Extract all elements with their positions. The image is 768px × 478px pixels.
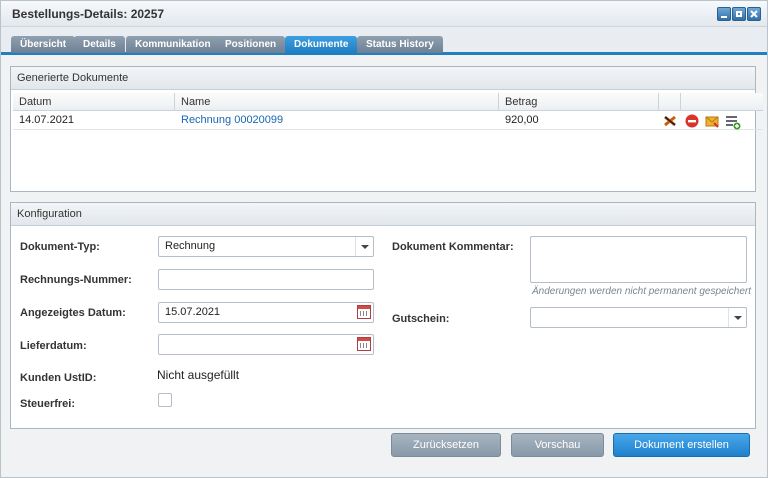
kunden-ustid-value: Nicht ausgefüllt — [157, 368, 240, 382]
dokument-kommentar-label: Dokument Kommentar: — [392, 241, 514, 253]
send-mail-icon[interactable] — [705, 114, 719, 128]
gutschein-label: Gutschein: — [392, 313, 450, 325]
preview-button[interactable]: Vorschau — [511, 433, 604, 457]
tab-status-history[interactable]: Status History — [357, 36, 443, 53]
maximize-icon[interactable] — [732, 7, 746, 21]
column-datum[interactable]: Datum — [13, 93, 175, 111]
row-betrag: 920,00 — [505, 114, 539, 126]
dokument-typ-value: Rechnung — [165, 240, 216, 252]
add-list-icon[interactable] — [725, 114, 741, 130]
create-document-button[interactable]: Dokument erstellen — [613, 433, 750, 457]
tab-dokumente[interactable]: Dokumente — [285, 36, 358, 53]
tab-uebersicht[interactable]: Übersicht — [11, 36, 76, 53]
column-action-1 — [659, 93, 681, 111]
tab-details[interactable]: Details — [74, 36, 125, 53]
chevron-down-icon[interactable] — [728, 308, 746, 327]
angezeigtes-datum-input[interactable]: 15.07.2021 — [158, 302, 374, 323]
chevron-down-icon[interactable] — [355, 237, 373, 256]
column-name[interactable]: Name — [175, 93, 499, 111]
calendar-icon[interactable] — [357, 337, 371, 351]
table-row[interactable]: 14.07.2021 Rechnung 00020099 920,00 — [13, 111, 763, 130]
gutschein-select[interactable] — [530, 307, 747, 328]
row-datum: 14.07.2021 — [19, 114, 75, 126]
tab-bar: Übersicht Details Kommunikation Position… — [1, 27, 767, 55]
tab-positionen[interactable]: Positionen — [216, 36, 286, 53]
configuration-header: Konfiguration — [11, 203, 755, 226]
documents-grid-header: Datum Name Betrag — [13, 93, 763, 111]
lieferdatum-label: Lieferdatum: — [20, 340, 87, 352]
configuration-panel: Konfiguration Dokument-Typ: Rechnung Rec… — [10, 202, 756, 429]
close-icon[interactable] — [747, 7, 761, 21]
title-bar[interactable]: Bestellungs-Details: 20257 — [1, 1, 767, 27]
delete-x-icon[interactable] — [663, 114, 677, 128]
kunden-ustid-label: Kunden UstID: — [20, 372, 97, 384]
generated-documents-panel: Generierte Dokumente Datum Name Betrag 1… — [10, 66, 763, 192]
steuerfrei-checkbox[interactable] — [158, 393, 172, 407]
angezeigtes-datum-label: Angezeigtes Datum: — [20, 307, 126, 319]
minimize-icon[interactable] — [717, 7, 731, 21]
rechnungs-nummer-input[interactable] — [158, 269, 374, 290]
lieferdatum-input[interactable] — [158, 334, 374, 355]
tab-kommunikation[interactable]: Kommunikation — [126, 36, 220, 53]
column-betrag[interactable]: Betrag — [499, 93, 659, 111]
cancel-icon[interactable] — [685, 114, 699, 128]
steuerfrei-label: Steuerfrei: — [20, 398, 76, 410]
kommentar-hint: Änderungen werden nicht permanent gespei… — [532, 286, 752, 297]
dokument-typ-label: Dokument-Typ: — [20, 241, 100, 253]
window-title: Bestellungs-Details: 20257 — [12, 7, 165, 21]
reset-button[interactable]: Zurücksetzen — [391, 433, 501, 457]
generated-documents-header: Generierte Dokumente — [11, 67, 755, 90]
calendar-icon[interactable] — [357, 305, 371, 319]
dokument-kommentar-textarea[interactable] — [530, 236, 747, 283]
angezeigtes-datum-value: 15.07.2021 — [165, 306, 221, 318]
order-details-window: Bestellungs-Details: 20257 Übersicht Det… — [0, 0, 768, 478]
row-name-link[interactable]: Rechnung 00020099 — [175, 111, 283, 130]
rechnungs-nummer-label: Rechnungs-Nummer: — [20, 274, 132, 286]
dokument-typ-select[interactable]: Rechnung — [158, 236, 374, 257]
